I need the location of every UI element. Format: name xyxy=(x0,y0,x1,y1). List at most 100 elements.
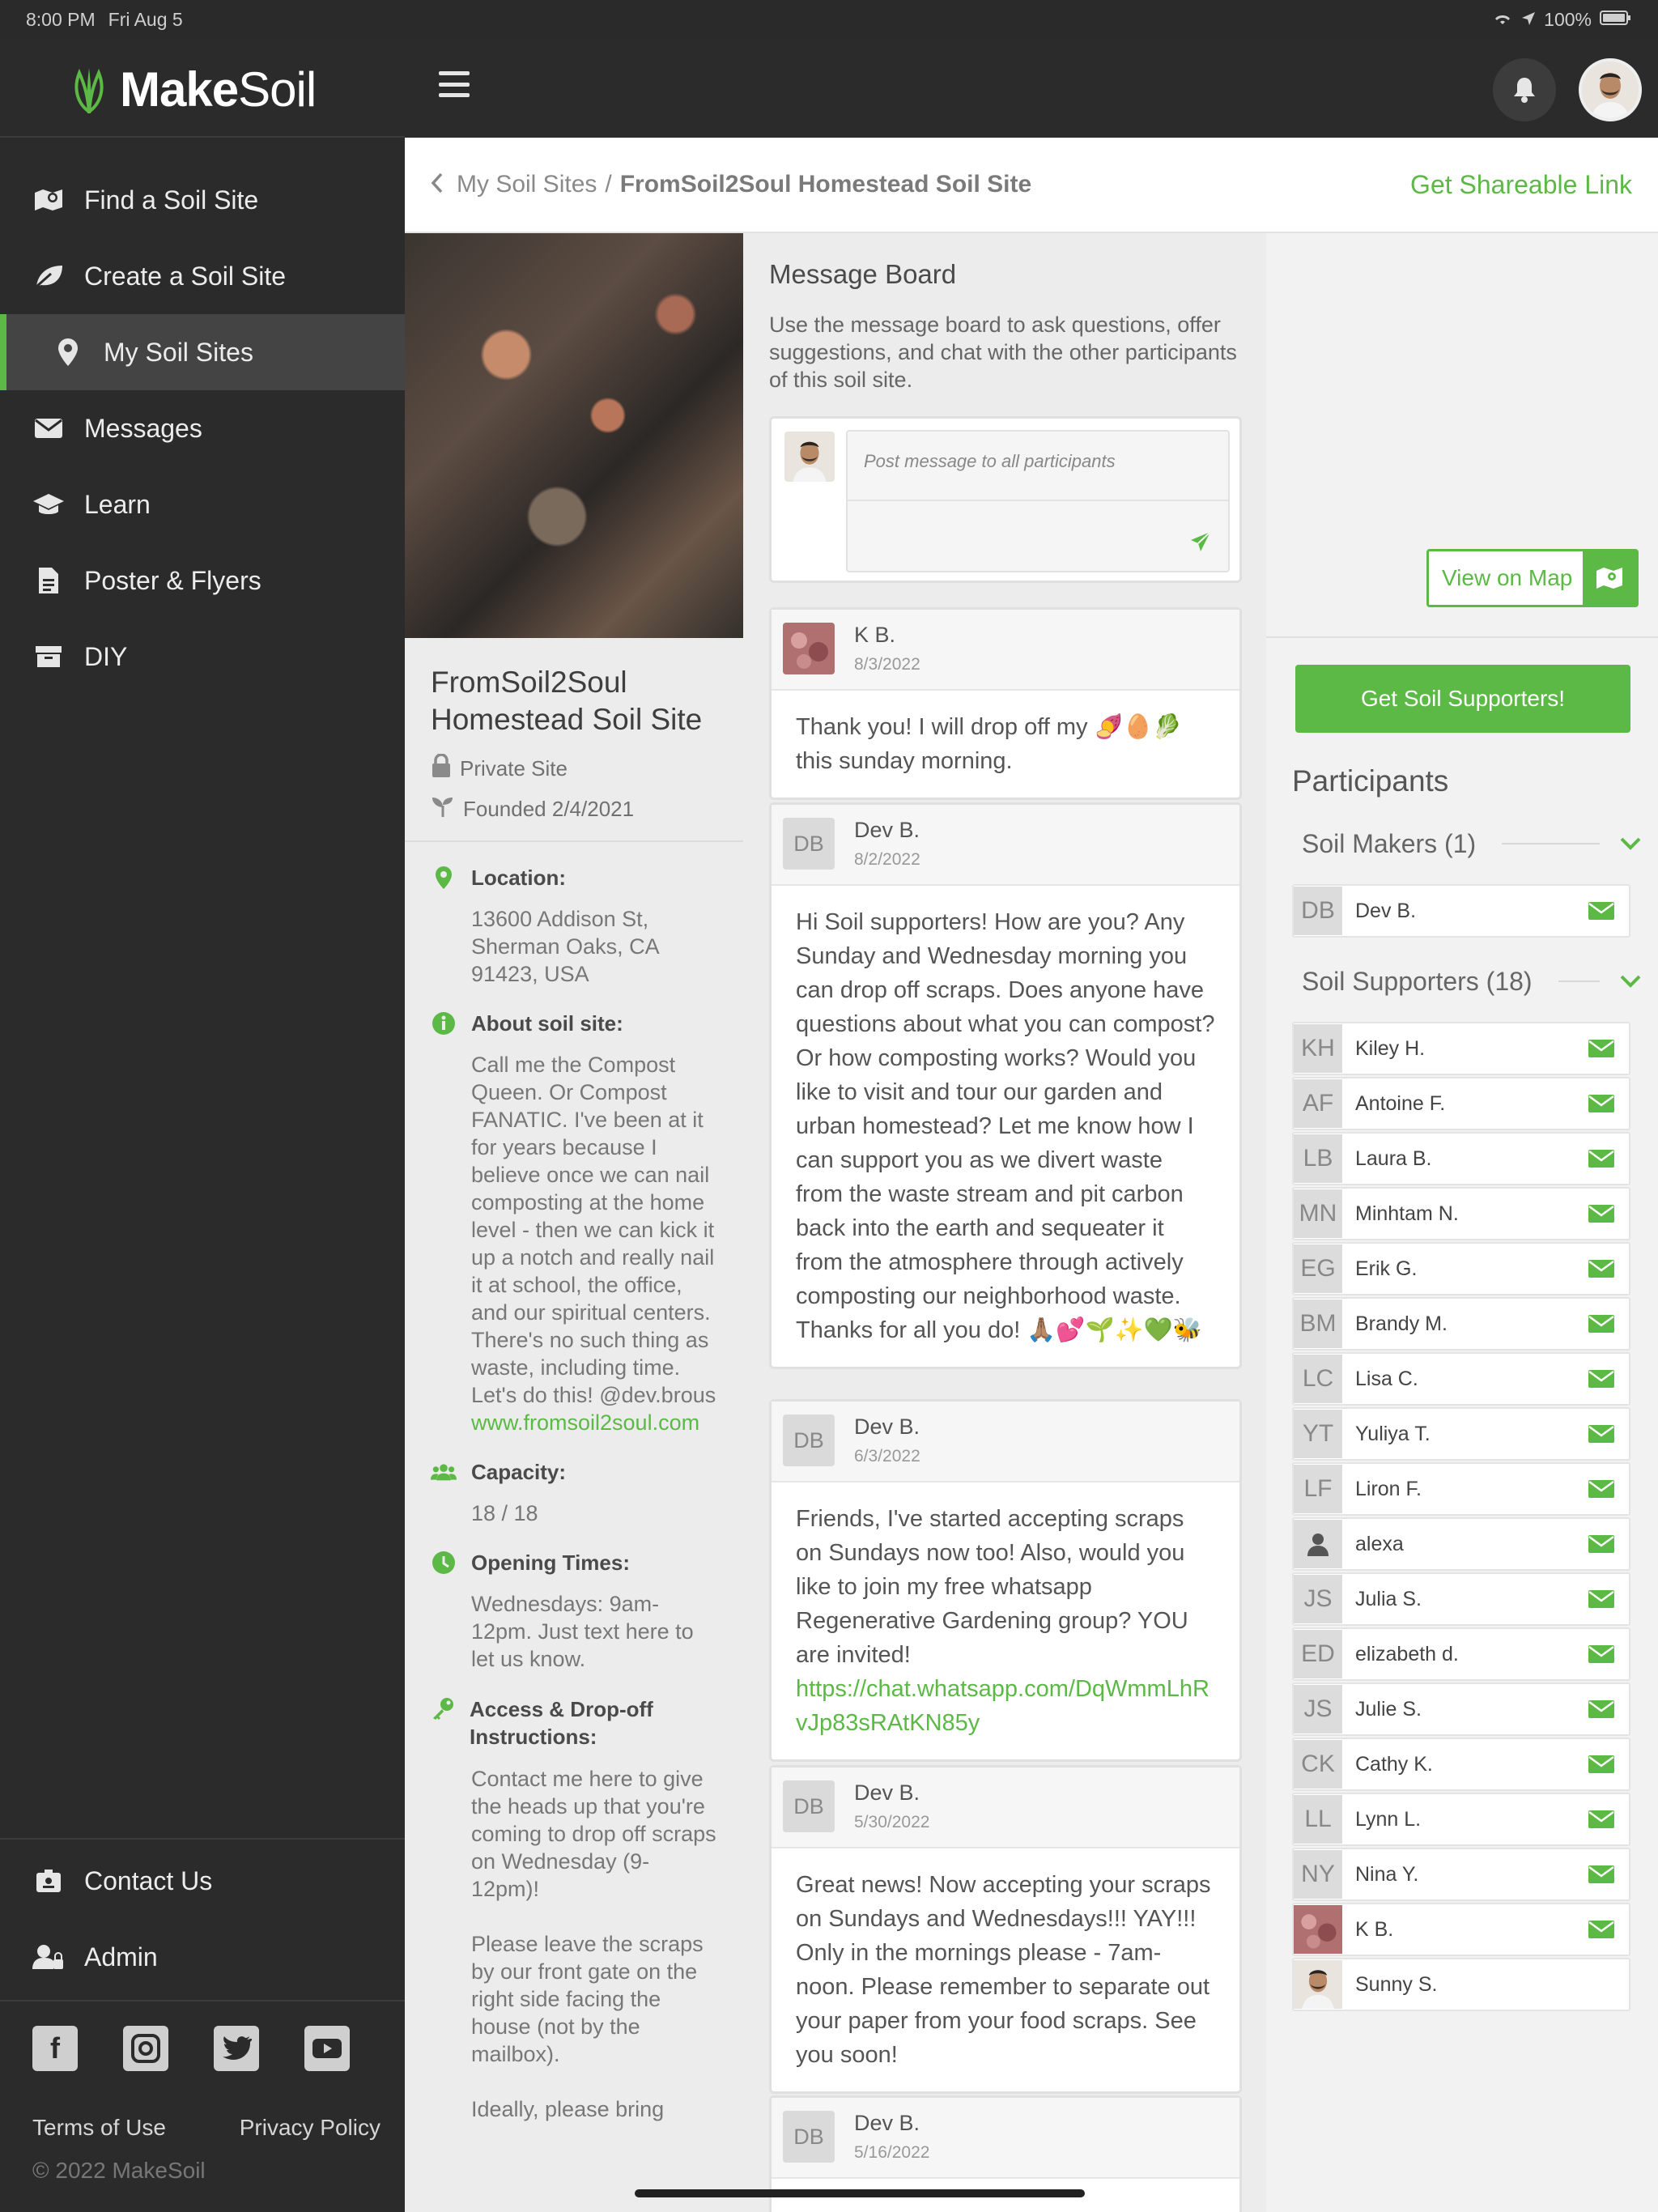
message-avatar xyxy=(783,623,835,674)
participant-row[interactable]: K B. xyxy=(1292,1903,1630,1956)
breadcrumb-current: FromSoil2Soul Homestead Soil Site xyxy=(619,171,1032,198)
envelope-icon[interactable] xyxy=(1588,1865,1614,1883)
box-icon xyxy=(32,640,65,673)
sidebar-item-posters-flyers[interactable]: Poster & Flyers xyxy=(0,542,405,619)
participant-name: Julie S. xyxy=(1355,1697,1422,1721)
chevron-down-icon xyxy=(1620,975,1641,988)
envelope-icon[interactable] xyxy=(1588,1755,1614,1773)
message-date: 5/30/2022 xyxy=(854,1813,930,1831)
envelope-icon[interactable] xyxy=(1588,1480,1614,1498)
participant-row[interactable]: BM Brandy M. xyxy=(1292,1297,1630,1351)
map-marker-icon xyxy=(431,865,457,891)
envelope-icon[interactable] xyxy=(1588,1040,1614,1057)
envelope-icon[interactable] xyxy=(1588,1370,1614,1388)
leaf-logo-icon xyxy=(74,68,104,113)
makesoil-logo[interactable]: MakeSoil xyxy=(70,58,317,120)
access-label: Access & Drop-off Instructions: xyxy=(470,1697,653,1749)
envelope-icon[interactable] xyxy=(1588,1810,1614,1828)
facebook-icon[interactable]: f xyxy=(32,2026,78,2071)
location-arrow-icon xyxy=(1521,9,1536,31)
sidebar-item-find-soil-site[interactable]: Find a Soil Site xyxy=(0,162,405,238)
participant-row[interactable]: ED elizabeth d. xyxy=(1292,1627,1630,1681)
participant-row[interactable]: JS Julia S. xyxy=(1292,1572,1630,1626)
sidebar-item-label: Poster & Flyers xyxy=(84,565,261,595)
envelope-icon[interactable] xyxy=(1588,1645,1614,1663)
envelope-icon[interactable] xyxy=(1588,1590,1614,1608)
participant-name: Antoine F. xyxy=(1355,1091,1446,1115)
envelope-icon[interactable] xyxy=(1588,1150,1614,1168)
website-link[interactable]: www.fromsoil2soul.com xyxy=(471,1410,699,1435)
participant-initials: LB xyxy=(1294,1134,1342,1183)
envelope-icon[interactable] xyxy=(1588,1700,1614,1718)
message-date: 8/2/2022 xyxy=(854,850,920,869)
breadcrumb: My Soil Sites / FromSoil2Soul Homestead … xyxy=(405,138,1658,233)
sidebar-item-label: Learn xyxy=(84,489,151,519)
participant-row[interactable]: CK Cathy K. xyxy=(1292,1738,1630,1791)
envelope-icon[interactable] xyxy=(1588,1535,1614,1553)
participant-row[interactable]: LB Laura B. xyxy=(1292,1132,1630,1185)
message-board-description: Use the message board to ask questions, … xyxy=(769,313,1237,392)
access-text-3: Ideally, please bring xyxy=(471,2097,665,2121)
participant-initials: ED xyxy=(1294,1630,1342,1678)
sidebar-item-create-soil-site[interactable]: Create a Soil Site xyxy=(0,238,405,314)
envelope-icon[interactable] xyxy=(1588,1425,1614,1443)
participant-row[interactable]: LL Lynn L. xyxy=(1292,1793,1630,1846)
instagram-icon[interactable] xyxy=(123,2026,168,2071)
participant-avatar xyxy=(1294,1960,1342,2009)
site-founded: Founded 2/4/2021 xyxy=(463,796,635,821)
soil-supporters-list: KH Kiley H. AF Antoine F. LB Laura B. MN Minhta… xyxy=(1292,1022,1630,2013)
participant-name: Erik G. xyxy=(1355,1257,1418,1280)
panel-divider xyxy=(1266,636,1658,638)
participant-row[interactable]: NY Nina Y. xyxy=(1292,1848,1630,1901)
post-message-input[interactable]: Post message to all participants xyxy=(846,430,1230,572)
site-photo xyxy=(405,233,743,638)
envelope-icon[interactable] xyxy=(1588,1921,1614,1938)
terms-link[interactable]: Terms of Use xyxy=(32,2115,166,2141)
chevron-left-icon[interactable] xyxy=(431,169,444,201)
participant-row[interactable]: DB Dev B. xyxy=(1292,884,1630,938)
soil-supporters-toggle[interactable]: Soil Supporters (18) xyxy=(1302,957,1642,1006)
battery-icon xyxy=(1600,9,1632,31)
youtube-icon[interactable] xyxy=(304,2026,350,2071)
contact-icon xyxy=(32,1865,65,1897)
envelope-icon[interactable] xyxy=(1588,1260,1614,1278)
participant-row[interactable]: JS Julie S. xyxy=(1292,1682,1630,1736)
capacity-section: Capacity: 18 / 18 xyxy=(405,1436,743,1527)
twitter-icon[interactable] xyxy=(214,2026,259,2071)
participant-row[interactable]: KH Kiley H. xyxy=(1292,1022,1630,1075)
participant-row[interactable]: Sunny S. xyxy=(1292,1958,1630,2011)
participant-row[interactable]: AF Antoine F. xyxy=(1292,1077,1630,1130)
sidebar-item-my-soil-sites[interactable]: My Soil Sites xyxy=(0,314,405,390)
participant-row[interactable]: LF Liron F. xyxy=(1292,1462,1630,1516)
sidebar-item-learn[interactable]: Learn xyxy=(0,466,405,542)
sidebar-item-admin[interactable]: Admin xyxy=(0,1919,405,1995)
send-icon[interactable] xyxy=(1189,530,1212,553)
envelope-icon[interactable] xyxy=(1588,1205,1614,1223)
participant-row[interactable]: EG Erik G. xyxy=(1292,1242,1630,1295)
breadcrumb-parent[interactable]: My Soil Sites xyxy=(457,171,597,198)
get-shareable-link[interactable]: Get Shareable Link xyxy=(1410,170,1632,200)
logo-make: Make xyxy=(120,62,239,117)
sidebar-item-diy[interactable]: DIY xyxy=(0,619,405,695)
envelope-icon[interactable] xyxy=(1588,1095,1614,1112)
key-icon xyxy=(431,1695,455,1721)
sidebar-item-messages[interactable]: Messages xyxy=(0,390,405,466)
participant-row[interactable]: alexa xyxy=(1292,1517,1630,1571)
participant-row[interactable]: YT Yuliya T. xyxy=(1292,1407,1630,1461)
message-text: Thank you! I will drop off my 🍠🥚🥬 this s… xyxy=(796,714,1182,774)
participant-row[interactable]: MN Minhtam N. xyxy=(1292,1187,1630,1240)
user-avatar[interactable] xyxy=(1579,58,1642,121)
message-card: DB Dev B. 5/30/2022 Great news! Now acce… xyxy=(769,1765,1242,2094)
privacy-link[interactable]: Privacy Policy xyxy=(240,2115,380,2141)
sidebar-item-contact-us[interactable]: Contact Us xyxy=(0,1843,405,1919)
notification-bell-icon[interactable] xyxy=(1493,58,1556,121)
get-soil-supporters-button[interactable]: Get Soil Supporters! xyxy=(1295,665,1630,733)
soil-makers-toggle[interactable]: Soil Makers (1) xyxy=(1302,819,1642,868)
whatsapp-link[interactable]: https://chat.whatsapp.com/DqWmmLhRvJp83s… xyxy=(796,1676,1209,1736)
view-on-map-button[interactable]: View on Map xyxy=(1426,549,1639,607)
participant-row[interactable]: LC Lisa C. xyxy=(1292,1352,1630,1406)
home-indicator[interactable] xyxy=(635,2189,1085,2197)
envelope-icon[interactable] xyxy=(1588,1315,1614,1333)
envelope-icon[interactable] xyxy=(1588,902,1614,920)
hamburger-menu-icon[interactable] xyxy=(439,71,470,97)
